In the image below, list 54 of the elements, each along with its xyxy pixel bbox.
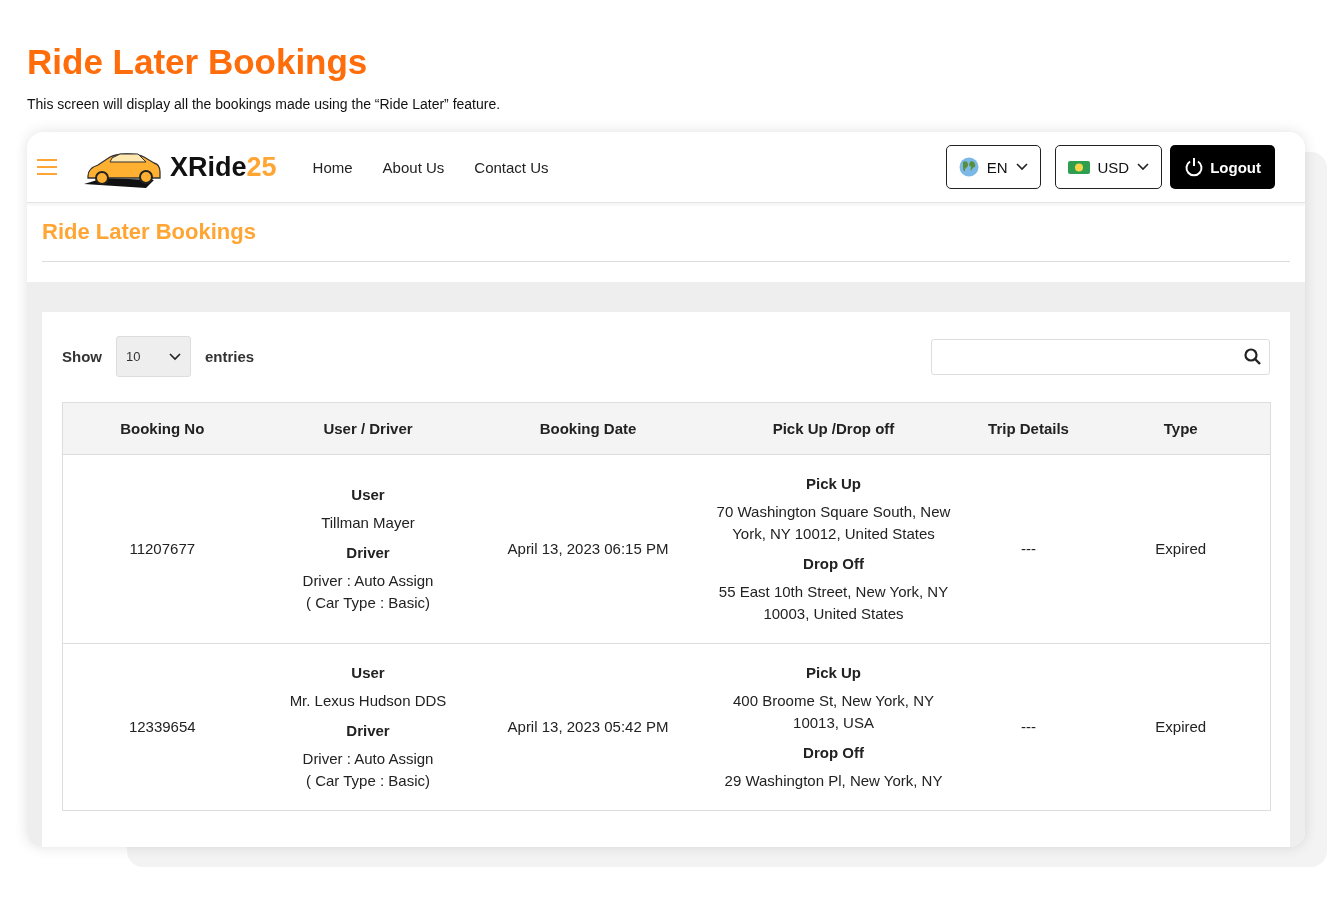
dropoff-label: Drop Off (802, 743, 865, 763)
car-type: ( Car Type : Basic) (305, 593, 431, 613)
entries-label: entries (205, 348, 255, 365)
logout-button[interactable]: Logout (1170, 145, 1275, 189)
currency-dropdown[interactable]: USD (1054, 145, 1163, 189)
nav-link[interactable]: Contact Us (474, 158, 549, 176)
banknote-icon (1067, 160, 1090, 174)
language-dropdown[interactable]: EN (945, 145, 1041, 189)
pickup-label: Pick Up (805, 663, 862, 683)
dropoff-label: Drop Off (802, 554, 865, 574)
user-name: Mr. Lexus Hudson DDS (288, 691, 448, 711)
menu-icon[interactable] (37, 159, 57, 175)
column-header[interactable]: Trip Details (965, 402, 1092, 455)
chevron-down-icon (1015, 163, 1028, 171)
driver-label: Driver (345, 543, 391, 563)
page-size-select[interactable]: 10 (116, 336, 191, 377)
power-icon (1184, 157, 1205, 177)
page-description: This screen will display all the bookings made using the “Ride Later” feature. (27, 96, 502, 112)
dropoff-address: 55 East 10th Street, New York, NY 10003, United States (717, 582, 950, 624)
column-header[interactable]: User / Driver (261, 402, 475, 455)
nav-link[interactable]: Home (312, 158, 353, 176)
table-cell: April 13, 2023 06:15 PM (474, 454, 702, 644)
globe-icon (958, 157, 979, 177)
show-label: Show (62, 348, 102, 365)
table-cell: --- (965, 643, 1092, 811)
search-icon[interactable] (1244, 348, 1261, 365)
nav-link[interactable]: About Us (382, 158, 445, 176)
chevron-down-icon (169, 352, 181, 361)
search-field[interactable] (931, 338, 1270, 375)
column-header[interactable]: Booking Date (474, 402, 702, 455)
driver-name: Driver : Auto Assign (301, 749, 435, 769)
table-cell: Expired (1091, 643, 1271, 811)
column-header[interactable]: Type (1091, 402, 1271, 455)
car-type: ( Car Type : Basic) (305, 771, 431, 791)
user-label: User (350, 663, 386, 683)
table-cell: --- (965, 454, 1092, 644)
table-cell: 11207677 (62, 454, 262, 644)
user-name: Tillman Mayer (320, 513, 416, 533)
driver-label: Driver (345, 721, 391, 741)
user-label: User (350, 485, 386, 505)
dropoff-address: 29 Washington Pl, New York, NY (723, 771, 944, 791)
table-cell: Expired (1091, 454, 1271, 644)
page-title: Ride Later Bookings (27, 41, 369, 83)
chevron-down-icon (1137, 163, 1150, 171)
logo-text: XRide25 (170, 151, 277, 183)
column-header[interactable]: Pick Up /Drop off (701, 402, 966, 455)
section-title: Ride Later Bookings (42, 219, 1290, 262)
driver-name: Driver : Auto Assign (301, 571, 435, 591)
table-cell: April 13, 2023 05:42 PM (474, 643, 702, 811)
pickup-label: Pick Up (805, 474, 862, 494)
pickup-address: 70 Washington Square South, New York, NY 10012, United States (715, 502, 952, 544)
column-header[interactable]: Booking No (62, 402, 262, 455)
pickup-address: 400 Broome St, New York, NY 10013, USA (732, 691, 935, 733)
table-cell: 12339654 (62, 643, 262, 811)
